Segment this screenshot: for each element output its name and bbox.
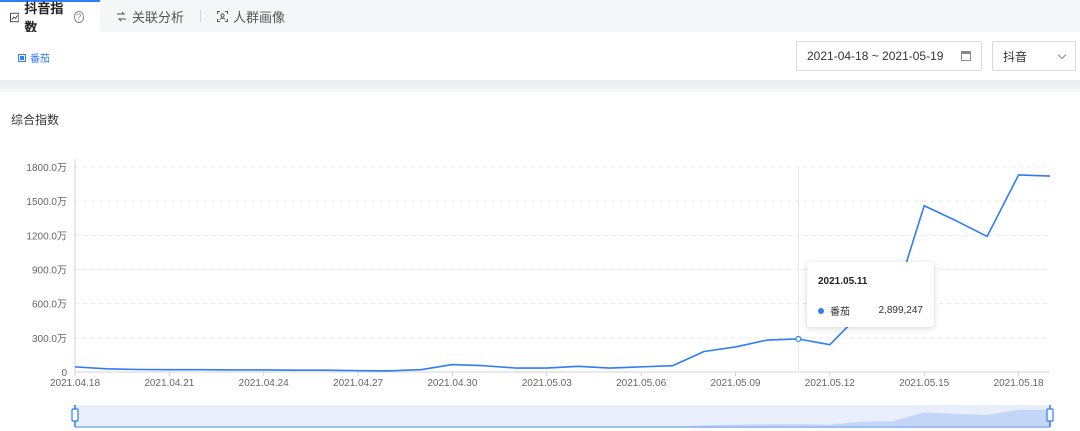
tooltip-value: 2,899,247 [878,305,924,316]
date-range-value: 2021-04-18 ~ 2021-05-19 [807,49,944,63]
y-tick-label: 1800.0万 [26,163,67,174]
x-tick-label: 2021.04.27 [333,378,383,389]
x-tick-label: 2021.04.24 [239,378,289,389]
y-tick-label: 600.0万 [32,300,67,311]
trend-chart-icon [10,12,20,22]
link-analysis-icon [117,11,126,21]
hover-point [795,335,802,343]
overview-baseline [75,426,1050,428]
tooltip-series: 番茄 [830,307,850,318]
x-tick-label: 2021.04.30 [427,378,477,389]
platform-value: 抖音 [1003,49,1028,64]
date-range-picker[interactable]: 2021-04-18 ~ 2021-05-19 [796,41,982,71]
tab-douyin-index[interactable]: 抖音指数 ? [0,0,100,35]
section-divider [0,80,1080,92]
tab-label: 抖音指数 [24,1,64,35]
legend-square-icon [18,53,26,62]
series-dot-icon [818,307,824,314]
keyword-legend-chip[interactable]: 番茄 [18,50,50,65]
x-tick-label: 2021.05.06 [616,378,666,389]
chart-tooltip: 2021.05.11 番茄 2,899,247 [807,262,934,327]
toolbar: 番茄 2021-04-18 ~ 2021-05-19 抖音 [0,32,1080,80]
x-tick-label: 2021.05.03 [522,378,572,389]
y-tick-label: 300.0万 [32,334,67,345]
y-tick-label: 900.0万 [32,266,67,277]
help-icon[interactable]: ? [73,11,84,23]
chevron-down-icon [1057,50,1067,59]
x-tick-label: 2021.05.15 [899,378,949,389]
tab-bar: 抖音指数 ? 关联分析 人群画像 [0,0,1080,35]
x-tick-label: 2021.05.18 [994,378,1044,389]
crowd-portrait-icon [217,10,229,22]
calendar-icon [961,51,971,61]
tooltip-date: 2021.05.11 [818,276,868,287]
platform-select[interactable]: 抖音 [992,41,1076,71]
keyword-label: 番茄 [30,54,50,65]
x-tick-label: 2021.04.21 [144,378,194,389]
tab-label: 人群画像 [233,9,286,25]
slider-handle-right[interactable] [1046,408,1054,422]
tab-crowd-portrait[interactable]: 人群画像 [201,0,301,32]
x-tick-label: 2021.05.09 [710,378,760,389]
tooltip-row: 番茄 2,899,247 [818,303,923,318]
tab-related-analysis[interactable]: 关联分析 [100,0,200,32]
tab-label: 关联分析 [132,9,185,25]
section-title: 综合指数 [11,113,60,127]
y-tick-label: 1500.0万 [26,197,67,208]
x-tick-label: 2021.05.12 [805,378,855,389]
x-tick-label: 2021.04.18 [50,378,100,389]
slider-handle-left[interactable] [71,408,79,422]
y-tick-label: 1200.0万 [26,231,67,242]
